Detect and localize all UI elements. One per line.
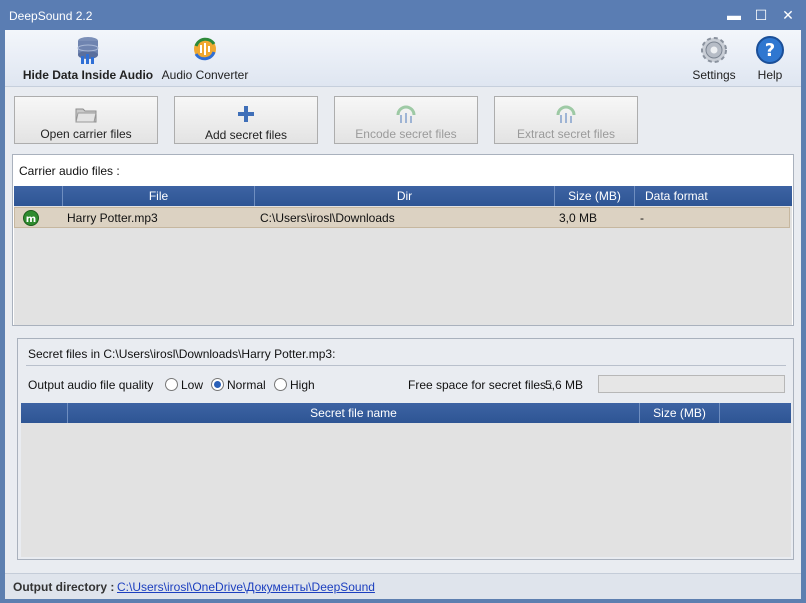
secret-header-icon-col [21,403,67,423]
app-window: DeepSound 2.2 ▬ ☐ ✕ Hide Data Inside Aud… [0,0,806,603]
carrier-data-format: - [640,211,644,225]
header-dir[interactable]: Dir [254,186,554,206]
carrier-file-dir: C:\Users\irosl\Downloads [260,211,395,225]
header-file[interactable]: File [62,186,254,206]
encode-icon [394,105,418,128]
header-secret-file-name[interactable]: Secret file name [67,403,639,423]
free-space-label: Free space for secret files : [408,378,553,392]
main-content: Hide Data Inside Audio Audio Converter S… [5,30,801,599]
quality-low-label: Low [181,378,204,392]
header-data-format[interactable]: Data format [634,186,792,206]
radio-normal-indicator [211,378,224,391]
encode-secret-files-label: Encode secret files [355,127,457,141]
quality-high-radio[interactable]: High [274,378,315,392]
carrier-file-name: Harry Potter.mp3 [67,211,158,225]
audio-converter-tool[interactable]: Audio Converter [157,30,253,86]
add-secret-files-button[interactable]: Add secret files [174,96,318,144]
section-divider [26,365,786,366]
radio-low-indicator [165,378,178,391]
hide-data-label: Hide Data Inside Audio [22,68,154,82]
hide-data-tool[interactable]: Hide Data Inside Audio [13,30,163,86]
audio-database-icon [73,34,103,69]
gear-icon [698,34,730,69]
carrier-section-label: Carrier audio files : [19,164,120,178]
secret-files-panel: Secret files in C:\Users\irosl\Downloads… [17,338,794,560]
window-title: DeepSound 2.2 [9,9,93,23]
status-bar: Output directory : C:\Users\irosl\OneDri… [5,573,801,599]
header-icon-col [14,186,62,206]
radio-high-indicator [274,378,287,391]
help-label: Help [757,68,783,82]
top-toolbar: Hide Data Inside Audio Audio Converter S… [5,30,801,87]
quality-label: Output audio file quality [28,378,154,392]
secret-table-header: Secret file name Size (MB) [21,403,791,423]
carrier-panel: Carrier audio files : File Dir Size (MB)… [12,154,794,326]
open-carrier-files-button[interactable]: Open carrier files [14,96,158,144]
title-bar: DeepSound 2.2 ▬ ☐ ✕ [0,0,806,30]
open-carrier-files-label: Open carrier files [40,127,132,141]
header-secret-extra [719,403,791,423]
quality-low-radio[interactable]: Low [165,378,203,392]
svg-text:m: m [26,214,36,225]
mp3-file-icon: m [23,210,39,229]
extract-secret-files-button[interactable]: Extract secret files [494,96,638,144]
free-space-value: 5,6 MB [545,378,584,392]
svg-text:?: ? [765,40,775,61]
quality-normal-label: Normal [227,378,266,392]
help-icon: ? [754,34,786,69]
extract-secret-files-label: Extract secret files [516,127,616,141]
folder-icon [75,105,97,126]
help-tool[interactable]: ? Help [749,30,791,86]
carrier-table-header: File Dir Size (MB) Data format [14,186,792,206]
header-secret-size[interactable]: Size (MB) [639,403,719,423]
maximize-button[interactable]: ☐ [751,6,771,24]
table-row[interactable]: m Harry Potter.mp3 C:\Users\irosl\Downlo… [14,207,790,228]
converter-icon [190,34,220,69]
quality-normal-radio[interactable]: Normal [211,378,266,392]
audio-converter-label: Audio Converter [161,68,249,82]
encode-secret-files-button[interactable]: Encode secret files [334,96,478,144]
extract-icon [554,105,578,128]
output-directory-label: Output directory : [13,580,115,594]
plus-icon [237,105,255,126]
secret-table-body [21,423,791,557]
quality-high-label: High [290,378,315,392]
carrier-table-body: m Harry Potter.mp3 C:\Users\irosl\Downlo… [14,206,792,325]
minimize-button[interactable]: ▬ [724,6,744,24]
output-directory-link[interactable]: C:\Users\irosl\OneDrive\Документы\DeepSo… [117,580,375,594]
add-secret-files-label: Add secret files [204,128,288,142]
header-size[interactable]: Size (MB) [554,186,634,206]
carrier-file-size: 3,0 MB [559,211,598,225]
settings-label: Settings [692,68,736,82]
free-space-progress [598,375,785,393]
close-button[interactable]: ✕ [778,6,798,24]
secret-section-label: Secret files in C:\Users\irosl\Downloads… [28,347,336,361]
settings-tool[interactable]: Settings [690,30,738,86]
